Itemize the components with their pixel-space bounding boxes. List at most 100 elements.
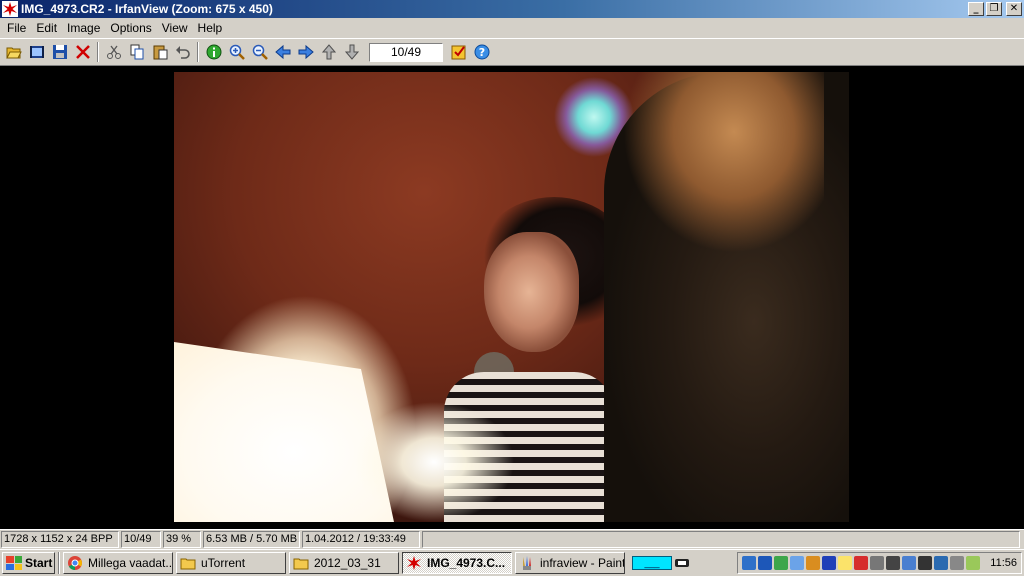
paint-icon [523,556,531,570]
task-label: infraview - Paint [540,556,625,570]
copy-button[interactable] [125,41,148,63]
chrome-icon [68,556,83,571]
task-label: Millega vaadat... [88,556,173,570]
info-icon [206,44,221,60]
task-label: IMG_4973.C... [427,556,506,570]
start-button[interactable]: Start [2,552,55,574]
tray-app-icon[interactable] [886,556,901,570]
save-icon [52,45,67,59]
maximize-button[interactable]: ❐ [986,2,1002,16]
taskbar: Start Millega vaadat... uTorrent 2012_03… [0,549,1024,576]
menu-help[interactable]: Help [193,18,228,38]
folder-icon [293,558,309,570]
irfanview-icon [407,556,421,570]
paste-button[interactable] [148,41,171,63]
status-date: 1.04.2012 / 19:33:49 [302,531,420,548]
status-bar: 1728 x 1152 x 24 BPP 10/49 39 % 6.53 MB … [0,529,1024,549]
undo-button[interactable] [171,41,194,63]
tray-app-icon[interactable] [966,556,981,570]
status-dimensions: 1728 x 1152 x 24 BPP [1,531,119,548]
first-button[interactable] [317,41,340,63]
minimize-button[interactable]: _ [968,2,984,16]
task-button-paint[interactable]: infraview - Paint [515,552,625,574]
task-button-irfanview[interactable]: IMG_4973.C... [402,552,512,574]
menu-bar: File Edit Image Options View Help [0,18,1024,38]
task-label: uTorrent [201,556,246,570]
task-button-chrome[interactable]: Millega vaadat... [63,552,173,574]
toolbar: 10/49 ? [0,38,1024,66]
delete-button[interactable] [71,41,94,63]
close-button[interactable]: ✕ [1006,2,1022,16]
zoom-out-icon [252,44,268,60]
volume-icon[interactable] [870,556,885,570]
tray-app-icon[interactable] [822,556,837,570]
irfanview-icon [2,1,18,17]
cut-button[interactable] [102,41,125,63]
status-position: 10/49 [121,531,161,548]
image-viewport[interactable] [0,67,1024,529]
save-button[interactable] [48,41,71,63]
next-icon [298,44,314,60]
first-icon [321,44,336,60]
task-label: 2012_03_31 [314,556,381,570]
slideshow-icon [29,46,44,58]
status-empty [422,531,1020,548]
system-tray: 11:56 [737,552,1022,574]
tray-app-icon[interactable] [838,556,853,570]
zoom-in-button[interactable] [225,41,248,63]
menu-edit[interactable]: Edit [31,18,62,38]
svg-text:?: ? [478,46,484,59]
last-icon [344,44,359,60]
displayed-photo[interactable] [174,72,849,522]
windows-logo-icon [6,556,22,570]
network-icon[interactable] [742,556,757,570]
taskbar-separator [58,552,60,574]
tray-app-icon[interactable] [774,556,789,570]
menu-view[interactable]: View [157,18,193,38]
bluetooth-icon[interactable] [758,556,773,570]
tray-app-icon[interactable] [854,556,869,570]
menu-image[interactable]: Image [62,18,105,38]
photo-region [624,72,824,252]
tray-app-icon[interactable] [790,556,805,570]
clock[interactable]: 11:56 [990,557,1017,569]
tray-app-icon[interactable] [934,556,949,570]
task-button-utorrent[interactable]: uTorrent [176,552,286,574]
menu-options[interactable]: Options [105,18,156,38]
photo-region [354,392,524,522]
next-button[interactable] [294,41,317,63]
open-button[interactable] [2,41,25,63]
folder-icon [180,558,196,570]
tray-app-icon[interactable] [902,556,917,570]
cut-icon [106,45,121,59]
properties-icon [451,45,465,60]
previous-button[interactable] [271,41,294,63]
start-label: Start [25,556,53,570]
page-indicator-field[interactable]: 10/49 [369,42,443,62]
tray-app-icon[interactable] [950,556,965,570]
status-file-size: 6.53 MB / 5.70 MB [203,531,300,548]
toolbar-separator [97,42,99,62]
title-bar: IMG_4973.CR2 - IrfanView (Zoom: 675 x 45… [0,0,1024,18]
info-button[interactable] [202,41,225,63]
ime-icon [675,559,689,567]
tray-app-icon[interactable] [918,556,933,570]
help-button[interactable]: ? [470,41,493,63]
status-zoom: 39 % [163,531,201,548]
undo-icon [175,46,190,59]
last-button[interactable] [340,41,363,63]
menu-file[interactable]: File [2,18,31,38]
zoom-in-icon [229,44,245,60]
properties-button[interactable] [447,41,470,63]
window-title: IMG_4973.CR2 - IrfanView (Zoom: 675 x 45… [21,2,273,16]
toolbar-separator [197,42,199,62]
paste-icon [153,45,167,60]
previous-icon [274,44,290,60]
photo-region [484,232,579,352]
slideshow-button[interactable] [25,41,48,63]
open-folder-icon [5,47,22,59]
tray-app-icon[interactable] [806,556,821,570]
zoom-out-button[interactable] [248,41,271,63]
task-button-folder-2012[interactable]: 2012_03_31 [289,552,399,574]
language-bar[interactable]: ___ [632,554,690,572]
